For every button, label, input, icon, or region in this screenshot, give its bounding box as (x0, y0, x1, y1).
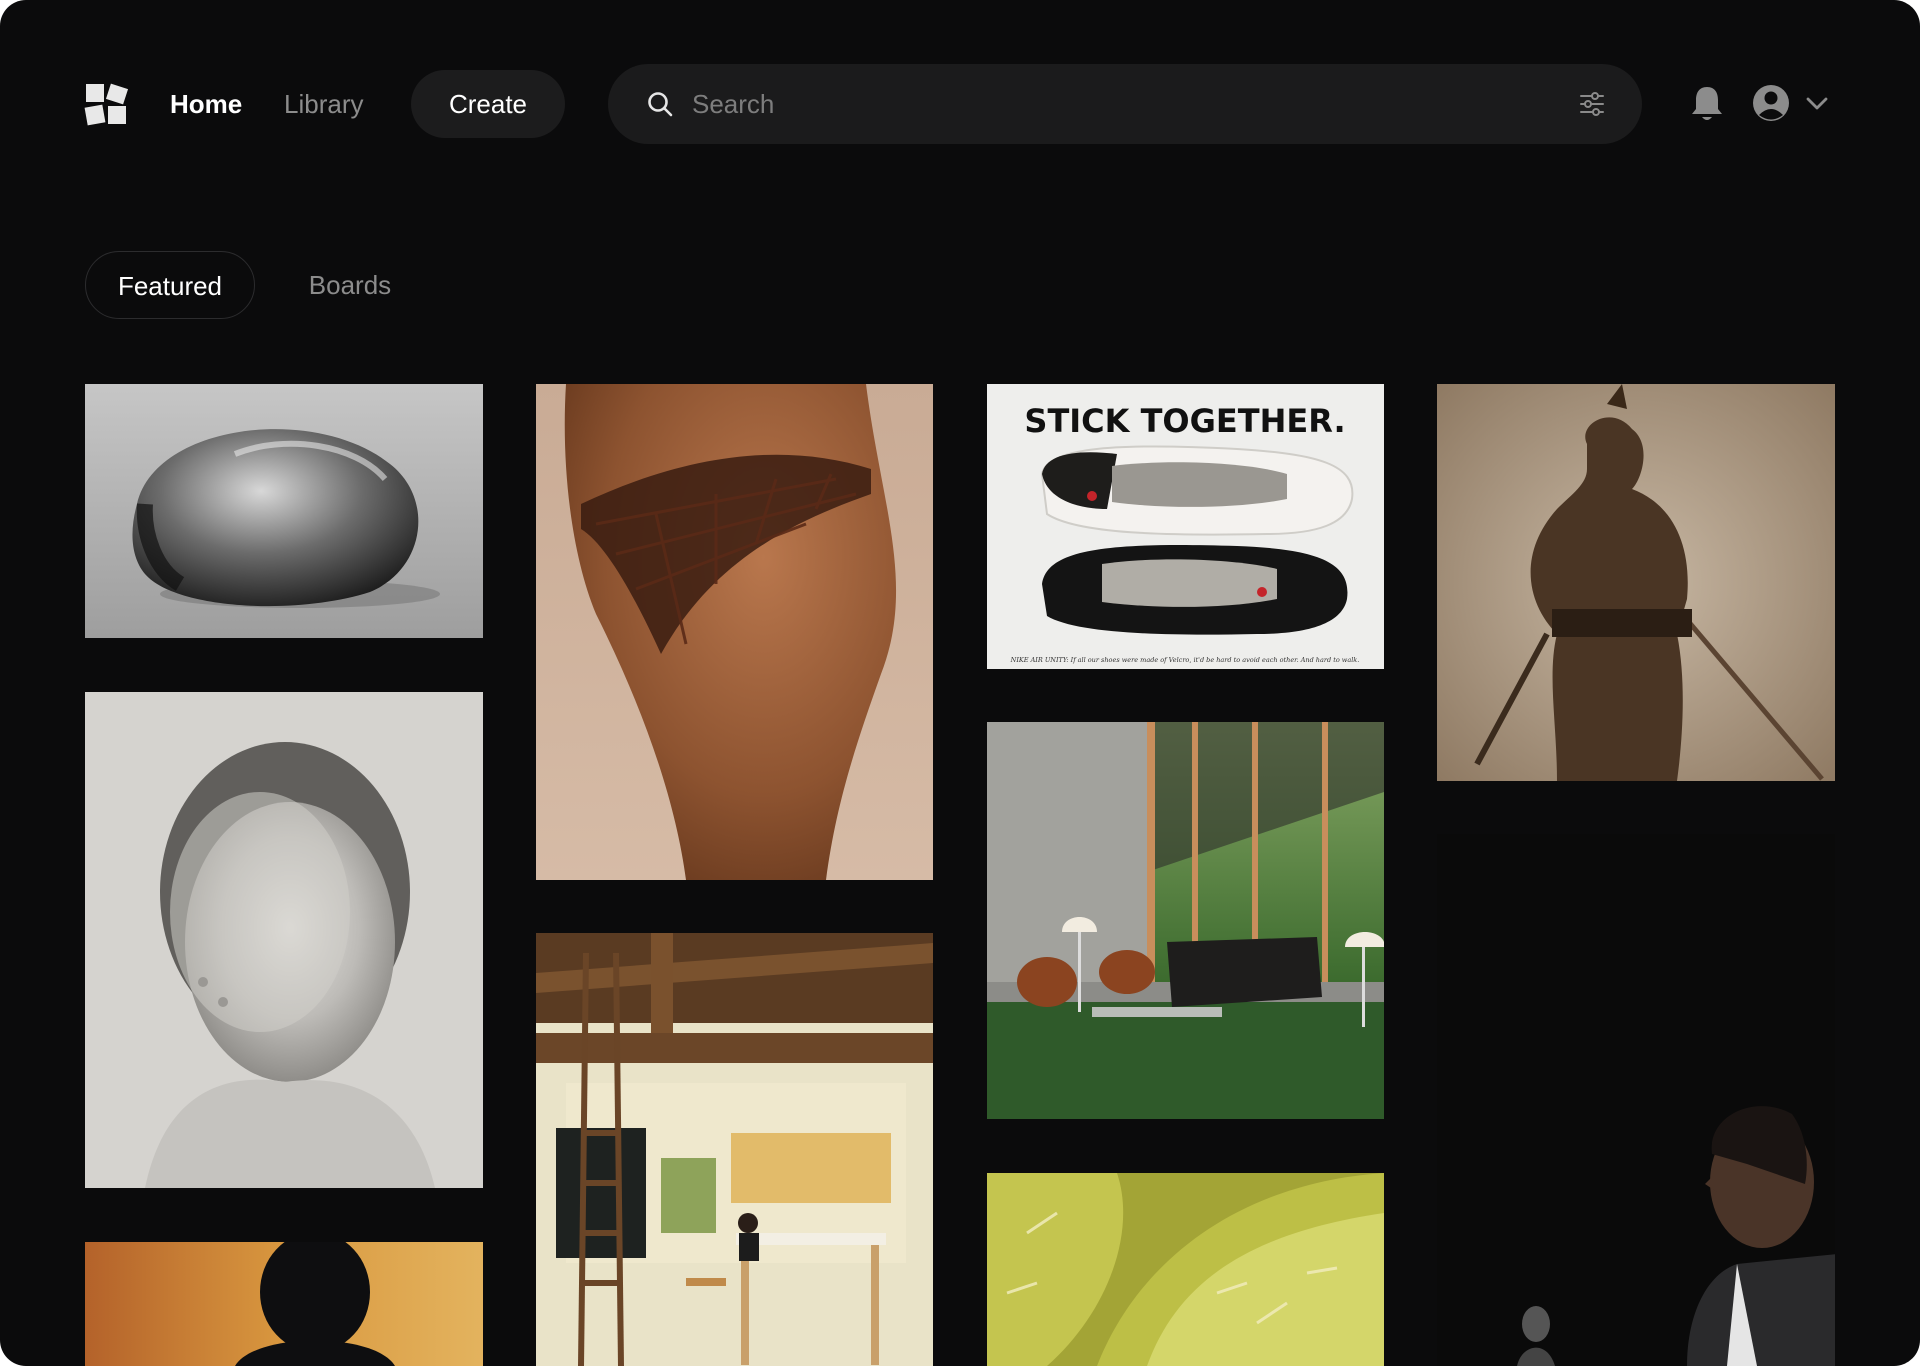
feed-image-painting[interactable] (85, 1242, 483, 1366)
lime-image (987, 1173, 1384, 1366)
interior-image (987, 722, 1384, 1119)
man-profile-image (1437, 834, 1835, 1366)
filter-icon[interactable] (1578, 90, 1606, 118)
search-bar[interactable] (608, 64, 1642, 144)
create-button[interactable]: Create (411, 70, 565, 138)
avatar-icon[interactable] (1752, 84, 1790, 122)
feed-image-sculpture[interactable] (85, 384, 483, 638)
feed-image-man-profile[interactable] (1437, 834, 1835, 1366)
feed-image-portrait[interactable] (85, 692, 483, 1188)
feed-image-samurai[interactable] (1437, 384, 1835, 781)
tab-featured[interactable]: Featured (85, 251, 255, 319)
poster-caption: NIKE AIR UNITY: If all our shoes were ma… (1010, 656, 1360, 664)
sculpture-image (85, 384, 483, 638)
poster-headline: STICK TOGETHER. (1024, 402, 1345, 440)
search-icon (648, 92, 673, 117)
portrait-image (85, 692, 483, 1188)
bell-icon[interactable] (1689, 84, 1725, 124)
search-input[interactable] (692, 82, 1552, 126)
poster-image: STICK TOGETHER. NIKE AIR UNITY: If all o… (987, 384, 1384, 669)
studio-image (536, 933, 933, 1366)
feed-image-lime[interactable] (987, 1173, 1384, 1366)
feed-image-studio[interactable] (536, 933, 933, 1366)
swimwear-image (536, 384, 933, 880)
nav-library[interactable]: Library (284, 86, 363, 122)
feed-image-interior[interactable] (987, 722, 1384, 1119)
tab-boards[interactable]: Boards (300, 251, 400, 319)
chevron-down-icon[interactable] (1804, 92, 1830, 114)
feed-image-poster[interactable]: STICK TOGETHER. NIKE AIR UNITY: If all o… (987, 384, 1384, 669)
app-window: Home Library Create Featured B (0, 0, 1920, 1366)
painting-image (85, 1242, 483, 1366)
nav-home[interactable]: Home (170, 86, 242, 122)
logo-icon[interactable] (84, 82, 128, 126)
samurai-image (1437, 384, 1835, 781)
feed-image-swimwear[interactable] (536, 384, 933, 880)
